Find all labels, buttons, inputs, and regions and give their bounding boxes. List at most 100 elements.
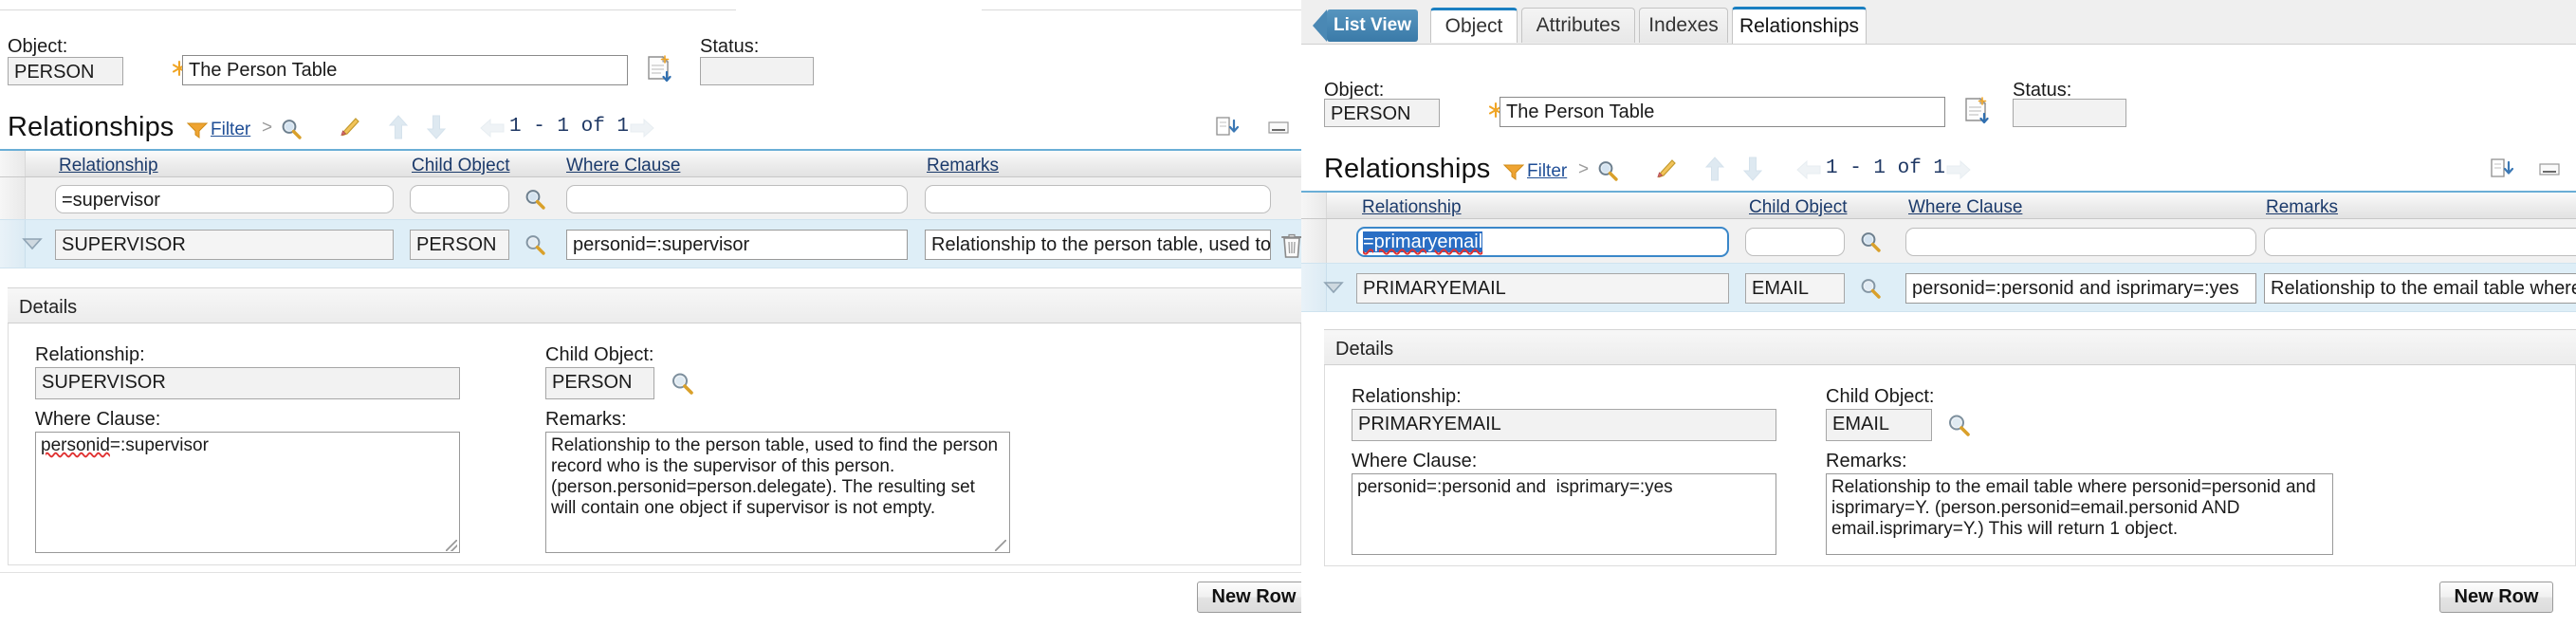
- details-relationship-field-right[interactable]: PRIMARYEMAIL: [1352, 409, 1776, 441]
- grid-header-row-right: Relationship Child Object Where Clause R…: [1301, 193, 2576, 219]
- table-row-right[interactable]: PRIMARYEMAIL EMAIL personid=:personid an…: [1301, 263, 2576, 312]
- filter-input-where-clause-right[interactable]: [1905, 228, 2256, 256]
- filter-input-child-object-right[interactable]: [1745, 228, 1845, 256]
- details-header-bar-right[interactable]: Details: [1324, 329, 2576, 365]
- details-body-right: Relationship: PRIMARYEMAIL Child Object:…: [1324, 365, 2576, 566]
- filter-input-remarks[interactable]: [925, 185, 1271, 213]
- filter-link[interactable]: Filter: [211, 120, 250, 140]
- cell-where-clause[interactable]: personid=:supervisor: [566, 230, 908, 260]
- cell-where-clause-right[interactable]: personid=:personid and isprimary=:yes: [1905, 273, 2256, 304]
- tab-attributes[interactable]: Attributes: [1521, 8, 1635, 43]
- details-header-bar[interactable]: Details: [8, 287, 1301, 323]
- details-where-clause-textarea-right[interactable]: personid=:personid and isprimary=:yes: [1352, 473, 1776, 555]
- resize-grip-icon[interactable]: [446, 540, 457, 551]
- details-title: Details: [19, 298, 77, 317]
- filter-icon[interactable]: [187, 121, 208, 139]
- filter-input-relationship-right[interactable]: =primaryemail: [1356, 227, 1729, 257]
- download-icon-right[interactable]: [2489, 156, 2513, 180]
- details-child-object-search-icon-right[interactable]: [1946, 413, 1971, 437]
- filter-input-selected-text: =primaryemail: [1363, 231, 1482, 252]
- child-object-search-icon-row[interactable]: [524, 233, 546, 256]
- detail-menu-icon[interactable]: [645, 54, 673, 84]
- column-header-where-clause-right[interactable]: Where Clause: [1908, 197, 2022, 218]
- bookmark-icon[interactable]: [337, 116, 361, 140]
- filter-input-where-clause[interactable]: [566, 185, 908, 213]
- object-description-field[interactable]: The Person Table: [182, 55, 628, 85]
- details-title-right: Details: [1335, 340, 1393, 359]
- grid-gutter-filter: [0, 177, 26, 219]
- filter-icon-right[interactable]: [1503, 163, 1524, 180]
- cell-relationship-right[interactable]: PRIMARYEMAIL: [1356, 273, 1729, 304]
- child-object-search-icon-filter[interactable]: [524, 188, 546, 211]
- where-clause-rest: =:supervisor: [110, 435, 209, 455]
- minimize-icon-right[interactable]: [2539, 163, 2560, 176]
- cell-remarks[interactable]: Relationship to the person table, used t…: [925, 230, 1271, 260]
- new-row-button[interactable]: New Row: [1197, 582, 1311, 613]
- arrow-right-icon[interactable]: [629, 118, 655, 139]
- object-id-field[interactable]: PERSON: [8, 57, 123, 85]
- status-label-right: Status:: [2013, 80, 2071, 101]
- filter-input-child-object[interactable]: [410, 185, 509, 213]
- top-divider-right: [982, 9, 1304, 10]
- object-id-field-right[interactable]: PERSON: [1324, 99, 1440, 127]
- arrow-up-icon-right[interactable]: [1703, 156, 1726, 182]
- chevron-down-icon[interactable]: [21, 236, 44, 251]
- details-child-object-field-right[interactable]: EMAIL: [1826, 409, 1932, 441]
- cell-remarks-right[interactable]: Relationship to the email table where pe…: [2264, 273, 2576, 304]
- arrow-down-icon[interactable]: [425, 114, 448, 140]
- arrow-right-icon-right[interactable]: [1945, 159, 1972, 180]
- details-body: Relationship: SUPERVISOR Child Object: P…: [8, 323, 1301, 565]
- filter-input-relationship[interactable]: =supervisor: [55, 185, 394, 213]
- status-label: Status:: [700, 36, 759, 57]
- cell-relationship[interactable]: SUPERVISOR: [55, 230, 394, 260]
- minimize-icon[interactable]: [1268, 121, 1289, 135]
- cell-child-object[interactable]: PERSON: [410, 230, 509, 260]
- remarks-resize-grip-icon[interactable]: [995, 540, 1006, 551]
- details-where-clause-textarea[interactable]: personid=:supervisor: [35, 432, 460, 553]
- left-panel: Object: PERSON The Person Table Status:: [0, 0, 1301, 628]
- arrow-left-icon[interactable]: [479, 118, 506, 139]
- cell-child-object-right[interactable]: EMAIL: [1745, 273, 1845, 304]
- grid-filter-row-right: =primaryemail: [1301, 219, 2576, 263]
- section-title-relationships-right: Relationships: [1324, 154, 1490, 185]
- details-remarks-textarea-right[interactable]: Relationship to the email table where pe…: [1826, 473, 2333, 555]
- column-header-child-object[interactable]: Child Object: [412, 156, 510, 176]
- details-where-clause-label: Where Clause:: [35, 409, 160, 430]
- column-header-relationship[interactable]: Relationship: [59, 156, 158, 176]
- filter-link-right[interactable]: Filter: [1527, 161, 1567, 182]
- table-row[interactable]: SUPERVISOR PERSON personid=:supervisor R…: [0, 219, 1301, 268]
- filter-input-remarks-right[interactable]: [2264, 228, 2576, 256]
- where-clause-spell-token: personid: [41, 435, 110, 455]
- tab-relationships[interactable]: Relationships: [1732, 7, 1867, 44]
- detail-menu-icon-right[interactable]: [1962, 96, 1991, 126]
- arrow-down-icon-right[interactable]: [1741, 156, 1764, 182]
- details-remarks-textarea[interactable]: Relationship to the person table, used t…: [545, 432, 1010, 553]
- filter-chevron-icon: >: [262, 118, 272, 139]
- column-header-child-object-right[interactable]: Child Object: [1749, 197, 1848, 218]
- search-icon-right[interactable]: [1596, 159, 1619, 182]
- tab-indexes[interactable]: Indexes: [1639, 8, 1728, 43]
- tab-object[interactable]: Object: [1430, 8, 1518, 43]
- arrow-up-icon[interactable]: [387, 114, 410, 140]
- details-relationship-field[interactable]: SUPERVISOR: [35, 367, 460, 399]
- object-label-right: Object:: [1324, 80, 1384, 101]
- column-header-remarks[interactable]: Remarks: [927, 156, 999, 176]
- object-description-field-right[interactable]: The Person Table: [1500, 97, 1945, 127]
- list-view-button[interactable]: List View: [1327, 9, 1418, 42]
- arrow-left-icon-right[interactable]: [1795, 159, 1822, 180]
- details-child-object-search-icon[interactable]: [670, 371, 694, 396]
- details-child-object-field[interactable]: PERSON: [545, 367, 654, 399]
- new-row-button-right[interactable]: New Row: [2439, 582, 2553, 613]
- child-object-search-icon-filter-right[interactable]: [1859, 231, 1882, 253]
- pager-text: 1 - 1 of 1: [509, 116, 629, 138]
- download-icon[interactable]: [1214, 114, 1239, 139]
- child-object-search-icon-row-right[interactable]: [1859, 277, 1882, 300]
- object-label: Object:: [8, 36, 67, 57]
- chevron-down-icon-right[interactable]: [1322, 280, 1345, 295]
- search-icon[interactable]: [280, 118, 303, 140]
- column-header-relationship-right[interactable]: Relationship: [1362, 197, 1462, 218]
- section-title-relationships: Relationships: [8, 112, 174, 143]
- column-header-where-clause[interactable]: Where Clause: [566, 156, 680, 176]
- column-header-remarks-right[interactable]: Remarks: [2266, 197, 2338, 218]
- bookmark-icon-right[interactable]: [1653, 157, 1678, 182]
